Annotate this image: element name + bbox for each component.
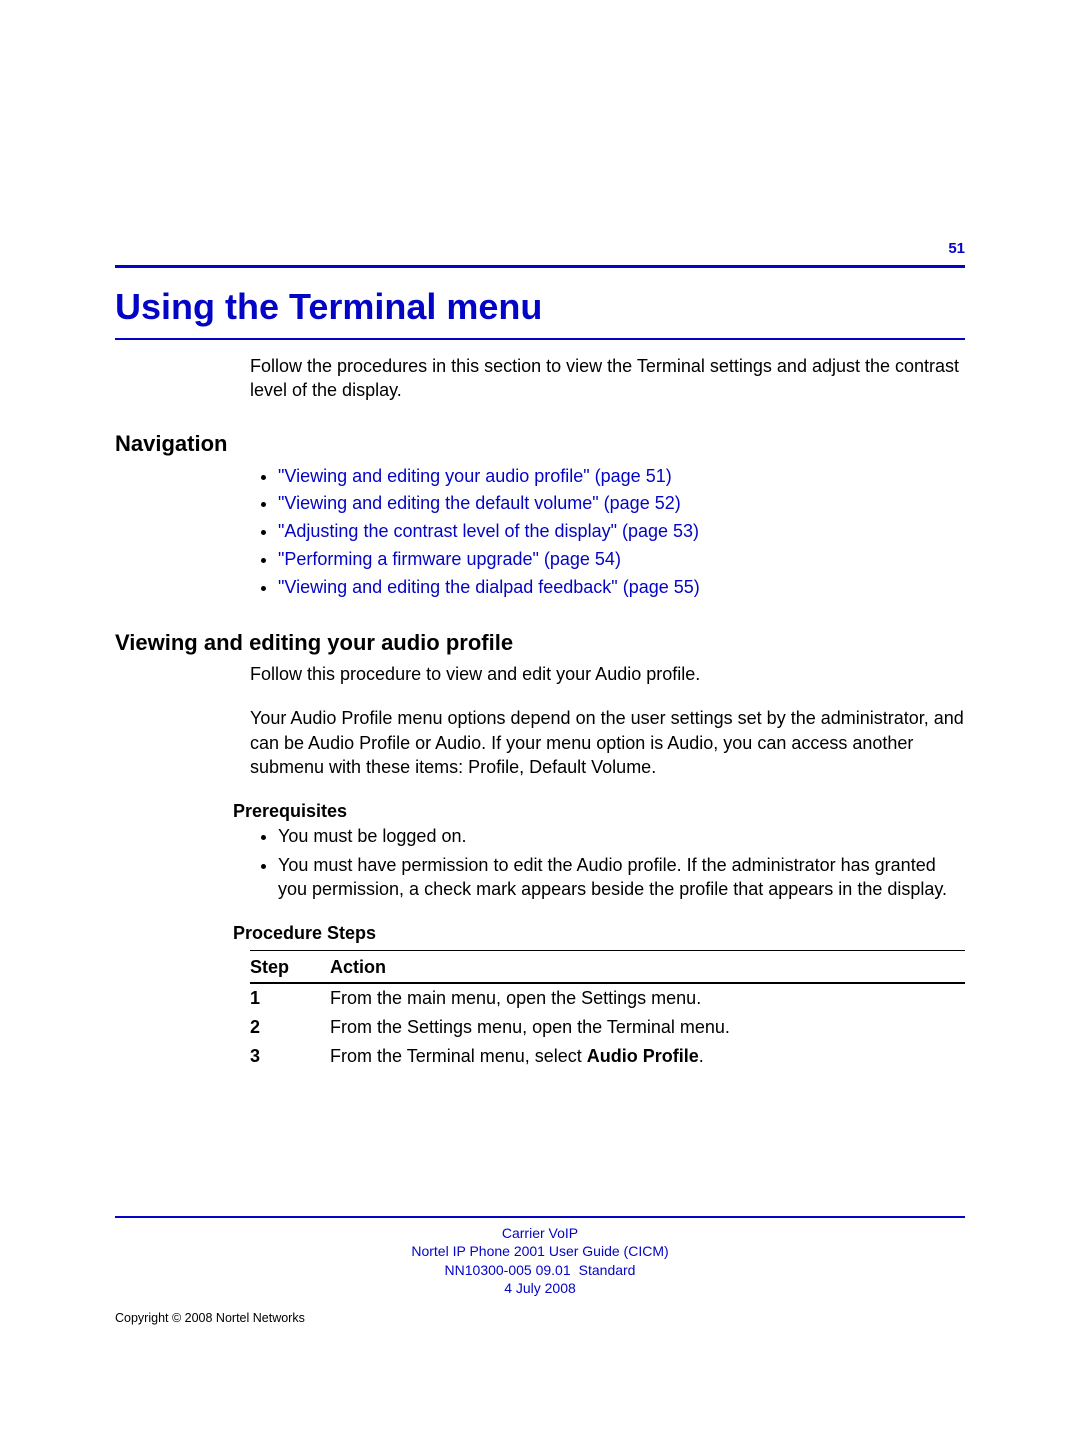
table-header-action: Action xyxy=(330,957,965,978)
section-intro: Follow this procedure to view and edit y… xyxy=(250,662,965,686)
navigation-link[interactable]: "Viewing and editing the dialpad feedbac… xyxy=(278,577,700,597)
footer-rule xyxy=(115,1216,965,1218)
table-row: 1 From the main menu, open the Settings … xyxy=(250,984,965,1013)
procedure-steps-table: Step Action 1 From the main menu, open t… xyxy=(250,950,965,1071)
footer-lines: Carrier VoIP Nortel IP Phone 2001 User G… xyxy=(115,1224,965,1297)
footer-line: Nortel IP Phone 2001 User Guide (CICM) xyxy=(115,1242,965,1260)
step-action: From the Settings menu, open the Termina… xyxy=(330,1017,965,1038)
footer-line: NN10300-005 09.01Standard xyxy=(115,1261,965,1279)
navigation-heading: Navigation xyxy=(115,431,965,457)
procedure-steps-heading: Procedure Steps xyxy=(233,923,965,944)
navigation-list: "Viewing and editing your audio profile"… xyxy=(250,463,965,602)
navigation-link[interactable]: "Adjusting the contrast level of the dis… xyxy=(278,521,699,541)
navigation-item: "Performing a firmware upgrade" (page 54… xyxy=(278,546,965,574)
page-footer: Carrier VoIP Nortel IP Phone 2001 User G… xyxy=(115,1216,965,1325)
navigation-link[interactable]: "Performing a firmware upgrade" (page 54… xyxy=(278,549,621,569)
document-page: 51 Using the Terminal menu Follow the pr… xyxy=(0,0,1080,1071)
navigation-item: "Viewing and editing the dialpad feedbac… xyxy=(278,574,965,602)
navigation-link[interactable]: "Viewing and editing the default volume"… xyxy=(278,493,681,513)
page-title: Using the Terminal menu xyxy=(115,286,965,328)
navigation-link[interactable]: "Viewing and editing your audio profile"… xyxy=(278,466,672,486)
table-row: 3 From the Terminal menu, select Audio P… xyxy=(250,1042,965,1071)
rule-top xyxy=(115,265,965,268)
table-header-row: Step Action xyxy=(250,951,965,982)
rule-under-title xyxy=(115,338,965,340)
table-row: 2 From the Settings menu, open the Termi… xyxy=(250,1013,965,1042)
navigation-item: "Viewing and editing your audio profile"… xyxy=(278,463,965,491)
copyright-text: Copyright © 2008 Nortel Networks xyxy=(115,1311,965,1325)
prerequisite-item: You must be logged on. xyxy=(278,824,965,848)
section-paragraph: Your Audio Profile menu options depend o… xyxy=(250,706,965,779)
step-number: 2 xyxy=(250,1017,330,1038)
prerequisite-item: You must have permission to edit the Aud… xyxy=(278,853,965,902)
step-action: From the Terminal menu, select Audio Pro… xyxy=(330,1046,965,1067)
navigation-item: "Viewing and editing the default volume"… xyxy=(278,490,965,518)
step-action: From the main menu, open the Settings me… xyxy=(330,988,965,1009)
intro-paragraph: Follow the procedures in this section to… xyxy=(250,354,965,403)
prerequisites-heading: Prerequisites xyxy=(233,801,965,822)
table-header-step: Step xyxy=(250,957,330,978)
step-number: 1 xyxy=(250,988,330,1009)
prerequisites-list: You must be logged on. You must have per… xyxy=(250,824,965,901)
navigation-item: "Adjusting the contrast level of the dis… xyxy=(278,518,965,546)
page-number: 51 xyxy=(115,240,965,257)
section-heading: Viewing and editing your audio profile xyxy=(115,630,965,656)
footer-line: 4 July 2008 xyxy=(115,1279,965,1297)
footer-line: Carrier VoIP xyxy=(115,1224,965,1242)
step-number: 3 xyxy=(250,1046,330,1067)
